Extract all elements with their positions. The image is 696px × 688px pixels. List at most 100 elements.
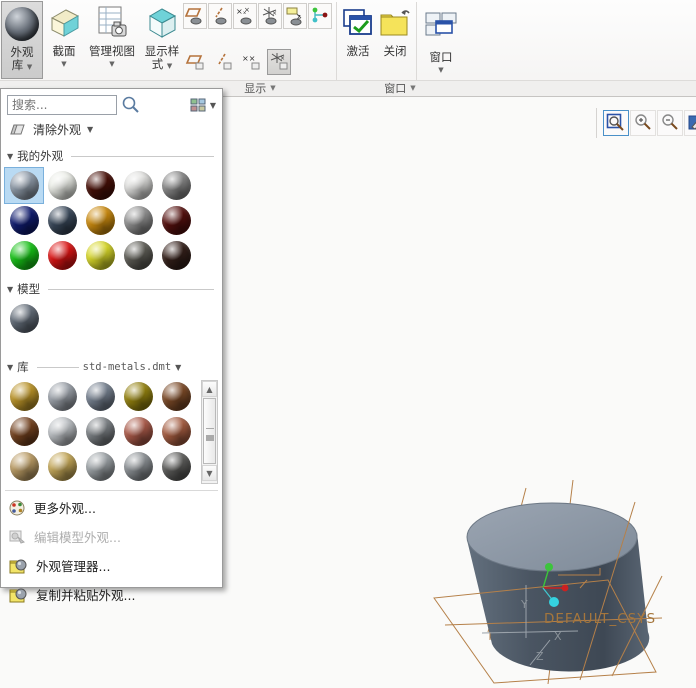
clear-appearance-button[interactable]: 清除外观 ▼ [1,115,222,140]
annotation-display-toggle[interactable]: z [283,3,307,29]
svg-text:××: ×× [242,54,255,63]
point-tag-icon: ×× [241,52,261,72]
appearance-swatch[interactable] [5,168,43,203]
appearance-swatch[interactable] [43,238,81,273]
close-button[interactable]: 关闭 [378,1,412,79]
zoom-in-button[interactable] [630,110,656,136]
window-group-label[interactable]: 窗口▼ [368,81,432,95]
plane-display-toggle[interactable] [183,3,207,29]
cylinder-top-face[interactable] [467,503,637,571]
point-tag-display-toggle[interactable]: ×× [239,49,263,75]
appearance-swatch[interactable] [119,379,157,414]
appearance-swatch[interactable] [119,449,157,484]
appearance-swatch[interactable] [43,449,81,484]
display-group-label[interactable]: 显示▼ [228,81,292,95]
library-grid [1,377,201,484]
appearance-swatch[interactable] [5,203,43,238]
windows-button[interactable]: 窗口 ▼ [421,1,461,79]
scroll-up-icon[interactable]: ▲ [202,381,217,397]
appearance-swatch[interactable] [5,238,43,273]
csys-tag-display-toggle[interactable]: × [267,49,291,75]
appearance-sphere [162,241,191,270]
plane-tag-display-toggle[interactable] [183,49,207,75]
chevron-down-icon: ▼ [438,64,443,77]
appearance-swatch[interactable] [157,203,195,238]
scrollbar-thumb[interactable] [203,398,216,464]
library-dropdown-icon[interactable]: ▼ [175,363,181,372]
appearance-swatch[interactable] [81,414,119,449]
appearance-swatch[interactable] [81,379,119,414]
view-options-dropdown-icon[interactable]: ▼ [210,101,216,110]
appearance-swatch[interactable] [81,449,119,484]
copy-paste-appearance-icon [9,587,28,603]
ribbon: 外观 库 ▼ 截面 ▼ [0,0,696,97]
library-header[interactable]: ▼库 std-metals.dmt ▼ [1,351,222,377]
appearance-sphere [124,171,153,200]
csys-display-icon: × [260,6,280,26]
scroll-down-icon[interactable]: ▼ [202,465,217,481]
model-header[interactable]: ▼模型 [1,273,222,299]
more-appearances-item[interactable]: 更多外观... [1,493,222,522]
activate-button[interactable]: 激活 [341,1,375,79]
appearance-swatch[interactable] [119,414,157,449]
appearance-swatch[interactable] [81,238,119,273]
point-display-icon: ×ₓ × [235,6,255,26]
search-input[interactable] [7,95,117,115]
appearance-swatch[interactable] [43,168,81,203]
library-file-label[interactable]: std-metals.dmt [83,361,172,373]
appearance-swatch[interactable] [43,203,81,238]
my-appearances-header[interactable]: ▼我的外观 [1,140,222,166]
search-icon[interactable] [120,95,142,115]
clear-appearance-dropdown-icon[interactable]: ▼ [87,125,93,134]
annotation-display-icon: z [285,6,305,26]
appearance-swatch[interactable] [5,414,43,449]
chevron-down-icon: ▼ [27,63,32,71]
windows-cascade-icon [423,11,459,41]
appearance-swatch[interactable] [81,203,119,238]
zoom-out-button[interactable] [657,110,683,136]
in-graphics-toolbar [596,108,696,138]
section-wedge-icon [46,6,82,40]
spin-center-toggle[interactable] [308,3,332,29]
view-options-grid-icon[interactable] [190,98,206,112]
appearance-sphere [86,452,115,481]
appearance-swatch[interactable] [5,449,43,484]
windows-label: 窗口 [430,50,453,64]
appearance-swatch[interactable] [119,168,157,203]
appearance-swatch[interactable] [5,379,43,414]
model-grid [1,299,201,351]
appearance-gallery-button[interactable]: 外观 库 ▼ [1,1,43,79]
svg-text:×: × [272,10,277,17]
manage-views-icon [94,5,130,41]
csys-display-toggle[interactable]: × [258,3,282,29]
appearance-swatch[interactable] [119,203,157,238]
repaint-button[interactable] [684,110,696,136]
appearance-swatch[interactable] [157,449,195,484]
csys-name-label[interactable]: DEFAULT_CSYS [544,611,656,627]
appearance-manager-item[interactable]: 外观管理器... [1,551,222,580]
appearance-swatch[interactable] [157,238,195,273]
chevron-down-icon: ▼ [167,62,172,70]
appearance-swatch[interactable] [81,168,119,203]
axis-display-toggle[interactable] [208,3,232,29]
appearance-swatch[interactable] [157,414,195,449]
axis-tag-display-toggle[interactable] [211,49,235,75]
zoom-box-button[interactable] [603,110,629,136]
library-scrollbar[interactable]: ▲ ▼ [201,380,218,484]
zoom-box-icon [606,113,626,133]
appearance-swatch[interactable] [43,414,81,449]
plane-tag-icon [185,52,205,72]
appearance-swatch[interactable] [157,168,195,203]
appearance-swatch[interactable] [5,301,43,336]
appearance-swatch[interactable] [157,379,195,414]
appearance-swatch[interactable] [43,379,81,414]
copy-paste-appearance-item[interactable]: 复制并粘贴外观... [1,580,222,609]
appearance-swatch[interactable] [119,238,157,273]
point-display-toggle[interactable]: ×ₓ × [233,3,257,29]
appearance-sphere [10,241,39,270]
sections-button[interactable]: 截面 ▼ [46,1,82,79]
manage-views-button[interactable]: 管理视图 ▼ [86,1,138,79]
display-style-button[interactable]: 显示样 式 ▼ [140,1,184,79]
axis-x-label: X [554,630,562,643]
model-cylinder[interactable]: Y X Z DEFAULT_CSYS [430,480,696,688]
